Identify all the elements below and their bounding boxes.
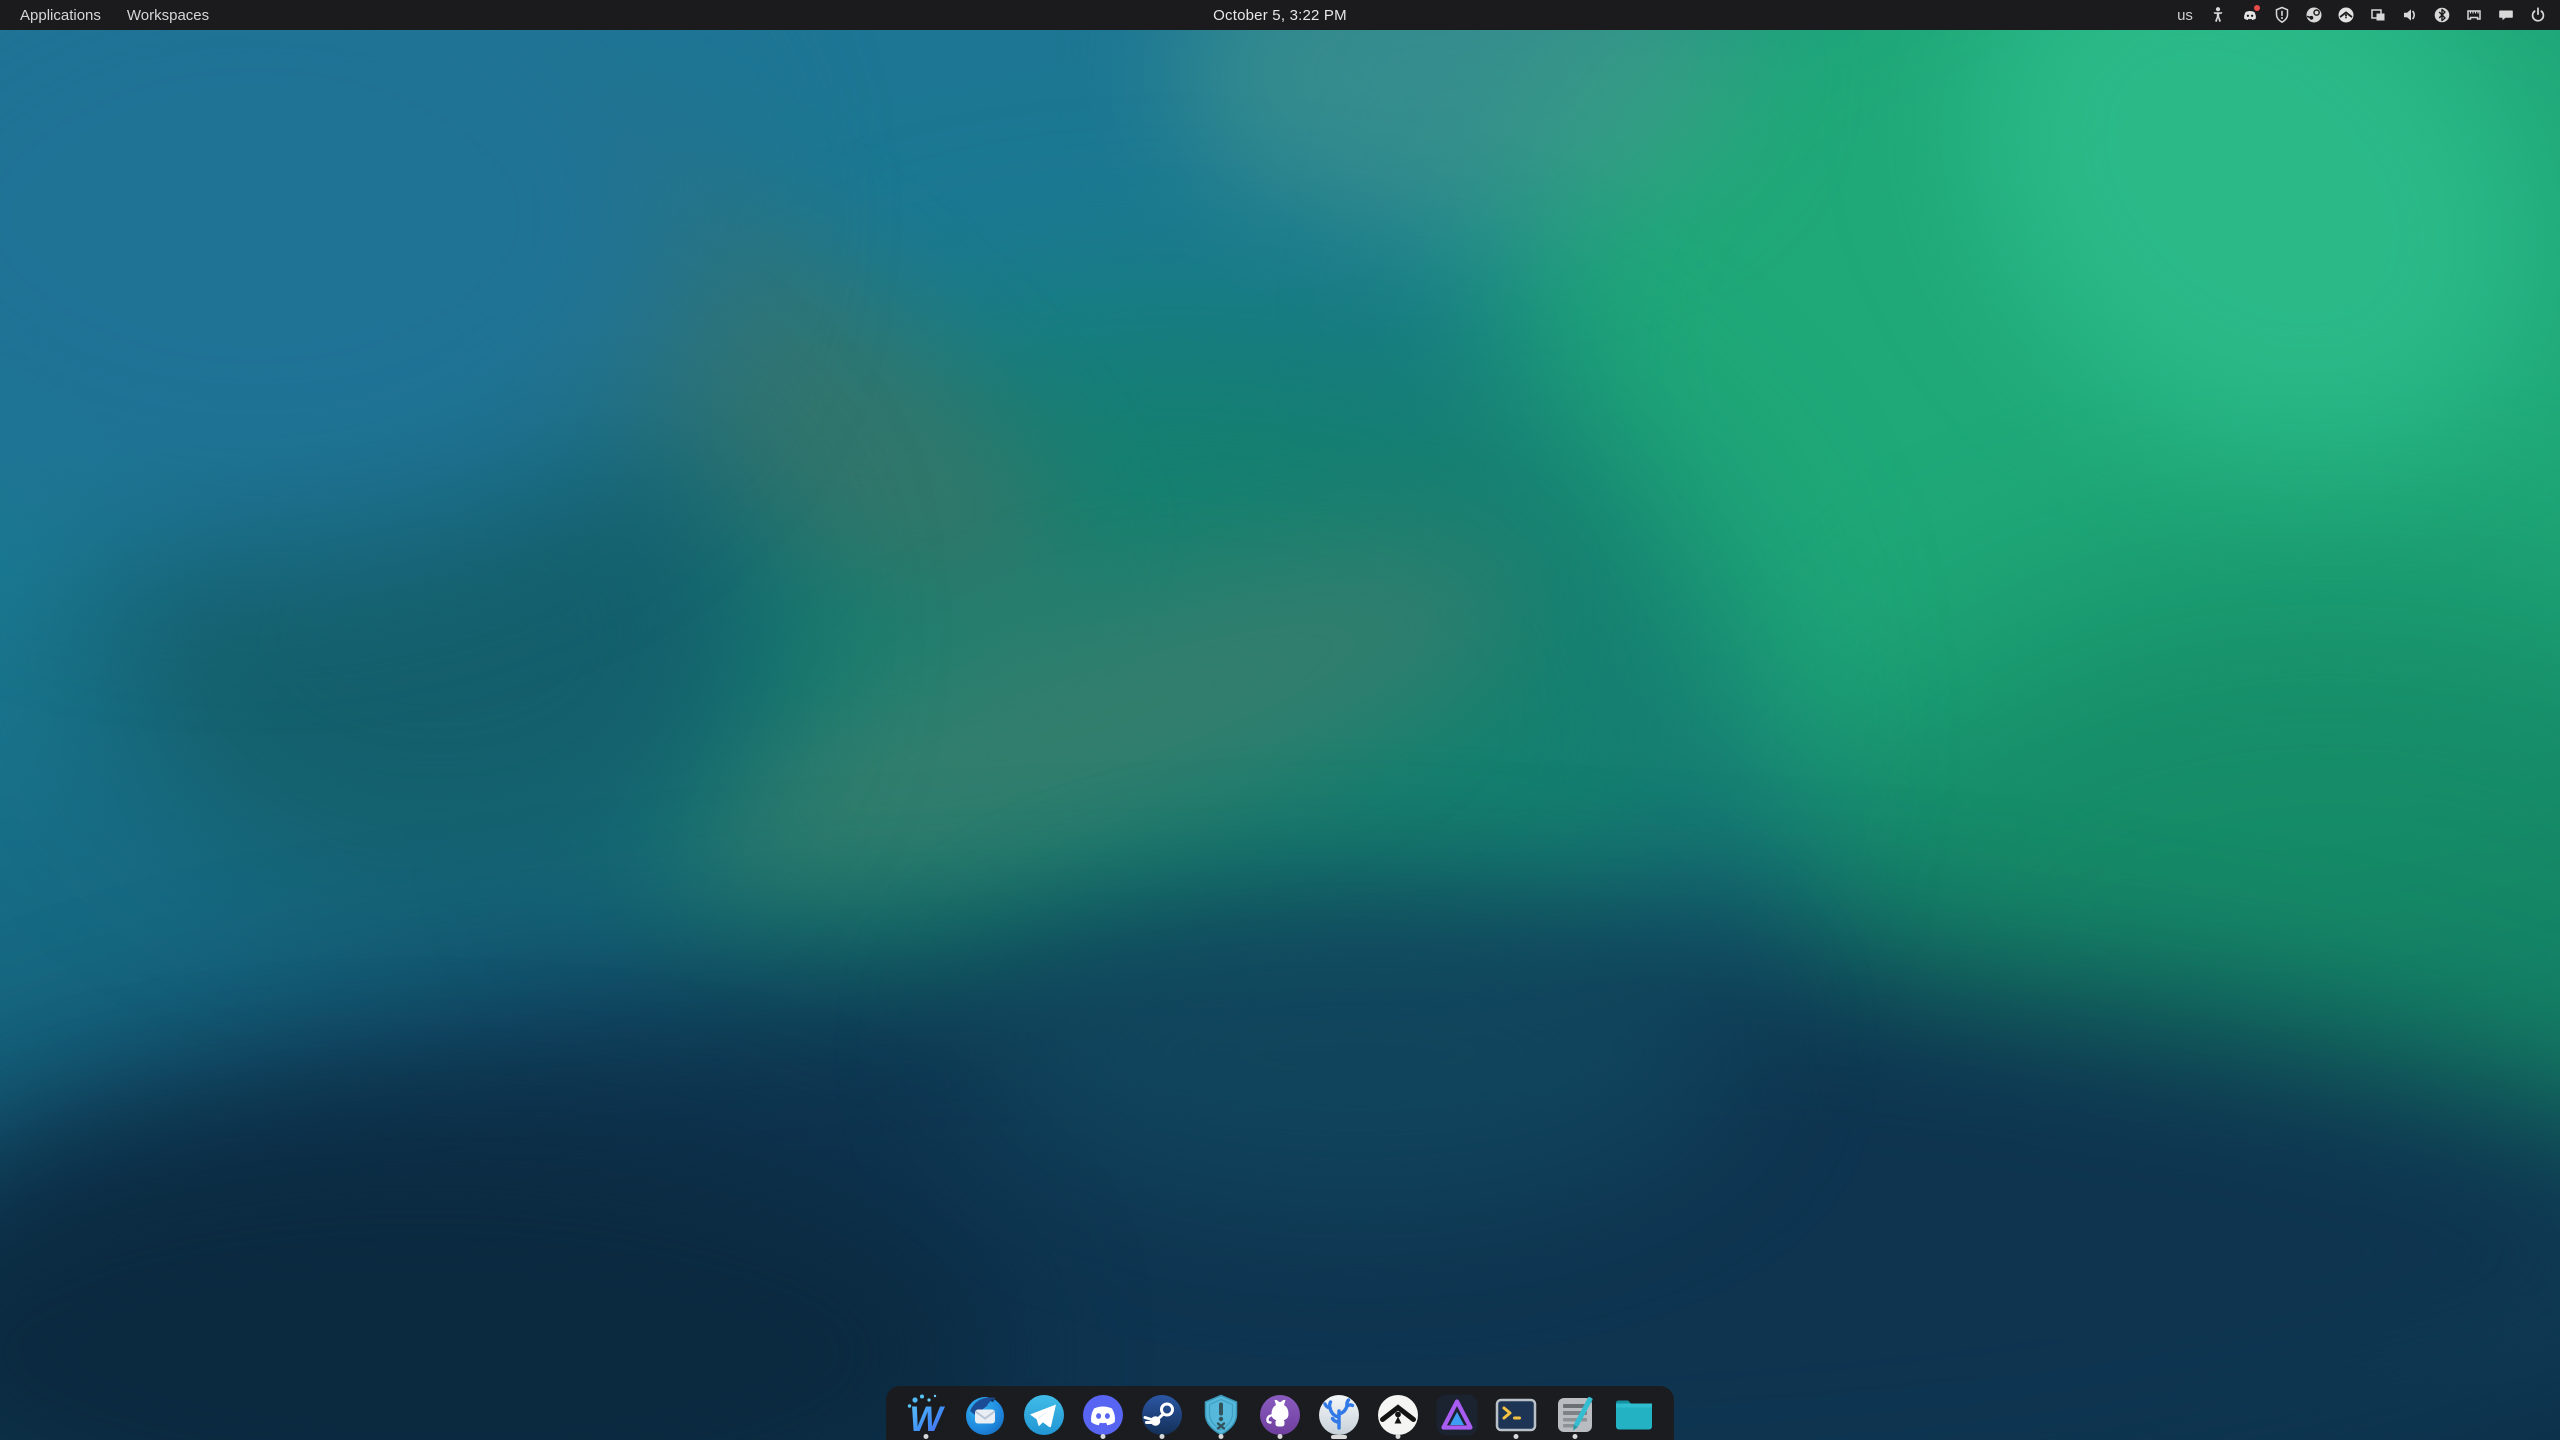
dock-item-discord[interactable] xyxy=(1079,1386,1127,1440)
running-indicator xyxy=(1331,1435,1347,1439)
dock-item-file-manager[interactable] xyxy=(1610,1386,1658,1440)
steam-icon xyxy=(1138,1391,1186,1439)
running-indicator xyxy=(1396,1434,1401,1439)
coral-icon xyxy=(1315,1391,1363,1439)
dock-item-corectrl[interactable] xyxy=(1315,1386,1363,1440)
terminal-icon xyxy=(1492,1391,1540,1439)
power-tray-button[interactable] xyxy=(2522,0,2554,30)
desktop-wallpaper xyxy=(0,0,2560,1440)
applications-menu[interactable]: Applications xyxy=(10,3,111,28)
running-indicator xyxy=(924,1434,929,1439)
windows-stack-icon xyxy=(2369,6,2387,24)
top-panel: Applications Workspaces October 5, 3:22 … xyxy=(0,0,2560,30)
accessibility-icon xyxy=(2209,6,2227,24)
network-tray-button[interactable] xyxy=(2458,0,2490,30)
thunderbird-icon xyxy=(961,1391,1009,1439)
hang-glider-tray-button[interactable] xyxy=(2330,0,2362,30)
steam-icon xyxy=(2305,6,2323,24)
dock-item-terminal[interactable] xyxy=(1492,1386,1540,1440)
hang-glider-icon xyxy=(1374,1391,1422,1439)
dock-item-steam[interactable] xyxy=(1138,1386,1186,1440)
windows-stack-tray-button[interactable] xyxy=(2362,0,2394,30)
panel-menus: Applications Workspaces xyxy=(0,3,219,28)
waterfox-icon: W xyxy=(902,1391,950,1439)
bluetooth-icon xyxy=(2433,6,2451,24)
dock-item-github-desktop[interactable] xyxy=(1256,1386,1304,1440)
discord-icon xyxy=(1079,1391,1127,1439)
workspaces-menu[interactable]: Workspaces xyxy=(117,3,219,28)
github-octocat-icon xyxy=(1256,1391,1304,1439)
system-tray: us xyxy=(2168,0,2560,30)
keyboard-layout-indicator[interactable]: us xyxy=(2168,0,2202,30)
text-editor-icon xyxy=(1551,1391,1599,1439)
svg-text:W: W xyxy=(909,1400,945,1439)
telegram-icon xyxy=(1020,1391,1068,1439)
triangle-app-icon xyxy=(1433,1391,1481,1439)
dock-item-text-editor[interactable] xyxy=(1551,1386,1599,1440)
steam-tray-button[interactable] xyxy=(2298,0,2330,30)
chat-tray-button[interactable] xyxy=(2490,0,2522,30)
running-indicator xyxy=(1101,1434,1106,1439)
running-indicator xyxy=(1278,1434,1283,1439)
discord-tray-button[interactable] xyxy=(2234,0,2266,30)
shield-exclamation-icon xyxy=(1197,1391,1245,1439)
volume-icon xyxy=(2401,6,2419,24)
shield-alert-icon xyxy=(2273,6,2291,24)
clock[interactable]: October 5, 3:22 PM xyxy=(1213,7,1347,24)
dock-item-thunderbird[interactable] xyxy=(961,1386,1009,1440)
chat-bubble-icon xyxy=(2497,6,2515,24)
power-icon xyxy=(2529,6,2547,24)
dock-item-hang-glider-app[interactable] xyxy=(1374,1386,1422,1440)
running-indicator xyxy=(1160,1434,1165,1439)
dock: W xyxy=(886,1386,1674,1440)
running-indicator xyxy=(1573,1434,1578,1439)
dock-item-telegram[interactable] xyxy=(1020,1386,1068,1440)
running-indicator xyxy=(1514,1434,1519,1439)
dock-item-security-shield[interactable] xyxy=(1197,1386,1245,1440)
dock-item-jellyfin[interactable] xyxy=(1433,1386,1481,1440)
shield-alert-tray-button[interactable] xyxy=(2266,0,2298,30)
bluetooth-tray-button[interactable] xyxy=(2426,0,2458,30)
discord-notification-badge xyxy=(2254,5,2260,11)
dock-item-waterfox[interactable]: W xyxy=(902,1386,950,1440)
network-wired-icon xyxy=(2465,6,2483,24)
wallpaper-blob xyxy=(973,893,1741,1210)
folder-icon xyxy=(1610,1391,1658,1439)
running-indicator xyxy=(1219,1434,1224,1439)
accessibility-tray-button[interactable] xyxy=(2202,0,2234,30)
volume-tray-button[interactable] xyxy=(2394,0,2426,30)
hang-glider-icon xyxy=(2337,6,2355,24)
